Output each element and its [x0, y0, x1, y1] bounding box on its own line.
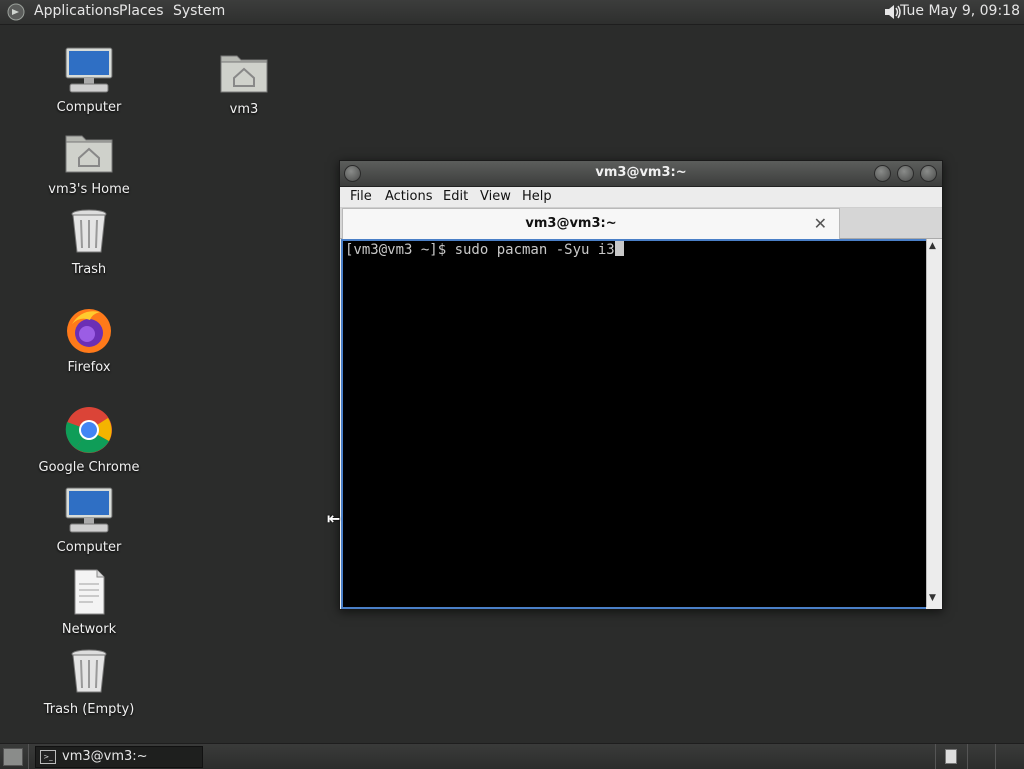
chrome-icon	[65, 407, 112, 453]
desktop-icon-home[interactable]: vm3's Home	[34, 128, 144, 197]
desktop-icon-label: Network	[61, 622, 117, 637]
desktop-icon-trash-empty[interactable]: Trash (Empty)	[34, 648, 144, 717]
tab-terminal[interactable]: vm3@vm3:~ ✕	[342, 208, 840, 239]
desktop-icon-label: vm3's Home	[48, 182, 130, 197]
taskbar-button-terminal[interactable]: >_ vm3@vm3:~	[35, 746, 203, 768]
desktop-icon-label: Trash (Empty)	[43, 702, 135, 717]
computer-icon	[65, 47, 113, 93]
terminal-output[interactable]: [vm3@vm3 ~]$ sudo pacman -Syu i3	[341, 239, 926, 609]
taskbar-label: vm3@vm3:~	[62, 749, 148, 764]
desktop-icon-label: Computer	[56, 100, 122, 115]
mouse-pointer-icon: ⇤	[327, 509, 341, 528]
tab-bar: vm3@vm3:~ ✕	[340, 208, 942, 239]
maximize-button[interactable]	[897, 165, 914, 182]
close-button[interactable]	[920, 165, 937, 182]
desktop-icon-network[interactable]: Network	[34, 568, 144, 637]
prompt-text: [vm3@vm3 ~]$ sudo pacman -Syu i3	[345, 242, 615, 258]
desktop-icon-trash[interactable]: Trash	[34, 208, 144, 277]
tab-close-icon[interactable]: ✕	[814, 214, 827, 233]
menu-help[interactable]: Help	[522, 189, 552, 204]
menu-file[interactable]: File	[350, 189, 372, 204]
show-desktop-icon[interactable]	[3, 748, 23, 766]
desktop-icon-computer-2[interactable]: Computer	[34, 486, 144, 555]
computer-icon	[65, 487, 113, 533]
desktop-icon-computer[interactable]: Computer	[34, 46, 144, 115]
firefox-icon	[67, 309, 111, 353]
workspace-switcher-1[interactable]	[945, 749, 957, 764]
document-icon	[74, 569, 105, 615]
terminal-scrollbar[interactable]: ▲ ▼	[926, 239, 941, 607]
menu-places[interactable]: Places	[119, 3, 164, 19]
desktop-icon-label: Google Chrome	[38, 460, 140, 475]
scroll-down-icon[interactable]: ▼	[929, 593, 936, 603]
desktop-icon-label: Trash	[71, 262, 107, 277]
terminal-icon: >_	[40, 750, 56, 764]
window-title: vm3@vm3:~	[595, 165, 687, 180]
menu-system[interactable]: System	[173, 3, 225, 19]
terminal-menubar: File Actions Edit View Help	[340, 187, 942, 208]
desktop-icon-chrome[interactable]: Google Chrome	[34, 406, 144, 475]
scroll-up-icon[interactable]: ▲	[929, 241, 936, 251]
panel-separator	[935, 744, 936, 769]
menu-edit[interactable]: Edit	[443, 189, 468, 204]
desktop-icon-label: Firefox	[67, 360, 111, 375]
terminal-window[interactable]: vm3@vm3:~ File Actions Edit View Help vm…	[339, 160, 943, 610]
text-cursor	[614, 241, 624, 256]
desktop-icon-firefox[interactable]: Firefox	[34, 306, 144, 375]
bottom-panel: >_ vm3@vm3:~	[0, 743, 1024, 769]
home-folder-icon	[220, 55, 268, 93]
top-panel: Applications Places System Tue May 9, 09…	[0, 0, 1024, 25]
home-folder-icon	[65, 135, 113, 173]
menu-view[interactable]: View	[480, 189, 511, 204]
desktop-icon-label: Computer	[56, 540, 122, 555]
window-titlebar[interactable]: vm3@vm3:~	[340, 161, 942, 187]
tab-title: vm3@vm3:~	[525, 216, 617, 231]
distro-logo-icon[interactable]	[6, 2, 26, 22]
panel-separator	[995, 744, 996, 769]
desktop-icon-vm3-folder[interactable]: vm3	[189, 48, 299, 117]
terminal-line: [vm3@vm3 ~]$ sudo pacman -Syu i3	[345, 241, 624, 258]
menu-applications[interactable]: Applications	[34, 3, 120, 19]
menu-actions[interactable]: Actions	[385, 189, 433, 204]
panel-separator	[28, 744, 29, 769]
trash-icon	[71, 209, 107, 253]
desktop-icon-label: vm3	[229, 102, 259, 117]
minimize-button[interactable]	[874, 165, 891, 182]
clock[interactable]: Tue May 9, 09:18	[900, 3, 1020, 19]
panel-separator	[967, 744, 968, 769]
trash-icon	[71, 649, 107, 693]
